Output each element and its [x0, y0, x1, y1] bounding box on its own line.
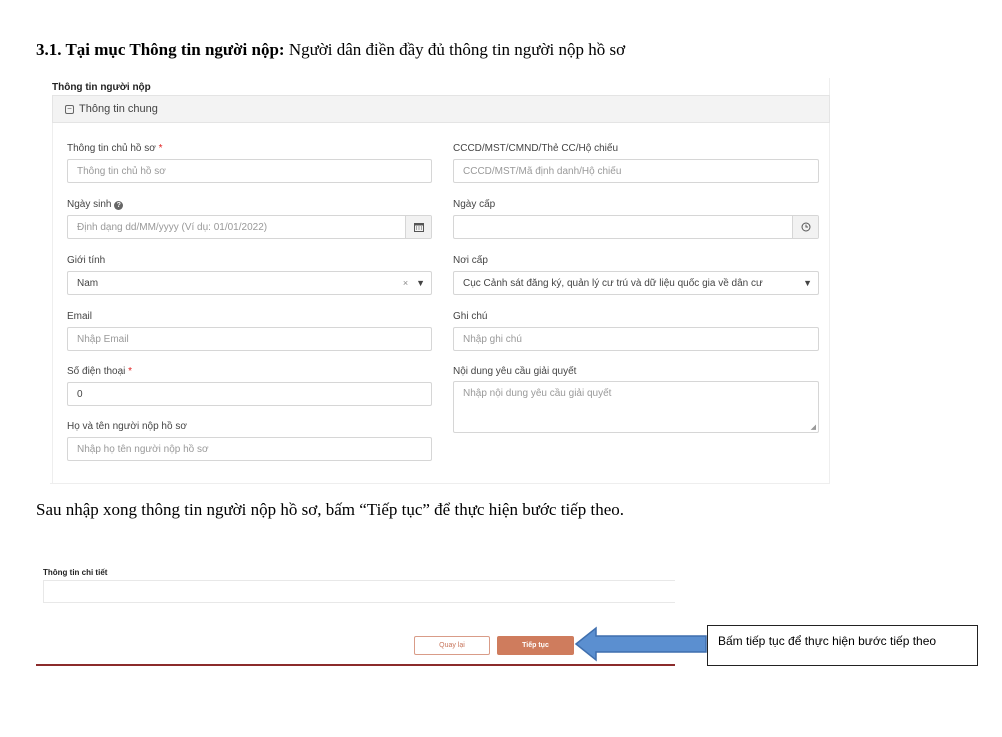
minus-square-icon: −: [65, 104, 74, 114]
email-input[interactable]: Nhập Email: [67, 327, 432, 351]
submitter-form-screenshot: Thông tin người nộp − Thông tin chung Th…: [50, 78, 830, 484]
email-label: Email: [67, 311, 93, 322]
phone-value: 0: [77, 388, 83, 400]
dob-label: Ngày sinh ?: [67, 199, 124, 210]
section-heading-rest: Người dân điền đầy đủ thông tin người nộ…: [284, 40, 626, 59]
gender-value: Nam: [77, 277, 99, 289]
owner-input[interactable]: Thông tin chủ hồ sơ: [67, 159, 432, 183]
caret-down-icon[interactable]: ▼: [803, 278, 812, 288]
submitter-name-placeholder: Nhập họ tên người nộp hồ sơ: [77, 443, 209, 455]
section-heading-bold: 3.1. Tại mục Thông tin người nộp:: [36, 40, 285, 59]
required-mark: *: [158, 143, 163, 154]
note-placeholder: Nhập ghi chú: [463, 333, 522, 345]
note-label: Ghi chú: [453, 311, 488, 322]
form-title: Thông tin người nộp: [52, 82, 151, 93]
request-content-textarea[interactable]: Nhập nội dung yêu cầu giải quyết ◢: [453, 381, 819, 433]
resize-grip-icon[interactable]: ◢: [811, 423, 816, 431]
callout-note: Bấm tiếp tục để thực hiện bước tiếp theo: [707, 625, 978, 666]
submitter-name-label: Họ và tên người nộp hồ sơ: [67, 421, 187, 432]
owner-label-text: Thông tin chủ hồ sơ: [67, 143, 156, 154]
gender-select[interactable]: Nam × ▼: [67, 271, 432, 295]
issue-place-value: Cục Cảnh sát đăng ký, quản lý cư trú và …: [463, 277, 763, 289]
id-number-label: CCCD/MST/CMND/Thẻ CC/Hộ chiếu: [453, 143, 619, 154]
owner-placeholder: Thông tin chủ hồ sơ: [77, 165, 166, 177]
continue-button[interactable]: Tiếp tục: [497, 636, 574, 655]
section-heading: 3.1. Tại mục Thông tin người nộp: Người …: [36, 40, 625, 60]
gender-label: Giới tính: [67, 255, 106, 266]
issue-place-select-controls: ▼: [803, 272, 812, 294]
clock-icon[interactable]: [792, 216, 818, 238]
required-mark: *: [128, 366, 133, 377]
detail-section-title: Thông tin chi tiết: [43, 568, 108, 577]
general-info-panel-header[interactable]: − Thông tin chung: [52, 95, 830, 123]
issue-date-label: Ngày cấp: [453, 199, 496, 210]
issue-place-select[interactable]: Cục Cảnh sát đăng ký, quản lý cư trú và …: [453, 271, 819, 295]
phone-input[interactable]: 0: [67, 382, 432, 406]
email-placeholder: Nhập Email: [77, 333, 129, 345]
submitter-name-input[interactable]: Nhập họ tên người nộp hồ sơ: [67, 437, 432, 461]
id-number-input[interactable]: CCCD/MST/Mã định danh/Hộ chiếu: [453, 159, 819, 183]
gender-select-controls: × ▼: [403, 272, 425, 294]
general-info-panel-body: Thông tin chủ hồ sơ * Thông tin chủ hồ s…: [52, 123, 830, 484]
detail-section-box: [43, 580, 675, 603]
panel-title: Thông tin chung: [79, 103, 158, 115]
dob-placeholder: Định dạng dd/MM/yyyy (Ví dụ: 01/01/2022): [77, 221, 268, 233]
owner-label: Thông tin chủ hồ sơ *: [67, 143, 163, 154]
phone-label-text: Số điện thoại: [67, 366, 126, 377]
instruction-paragraph: Sau nhập xong thông tin người nộp hồ sơ,…: [36, 500, 624, 519]
dob-input[interactable]: Định dạng dd/MM/yyyy (Ví dụ: 01/01/2022): [67, 215, 432, 239]
issue-place-label: Nơi cấp: [453, 255, 488, 266]
note-input[interactable]: Nhập ghi chú: [453, 327, 819, 351]
help-circle-icon[interactable]: ?: [114, 201, 124, 210]
caret-down-icon[interactable]: ▼: [416, 278, 425, 288]
request-content-placeholder: Nhập nội dung yêu cầu giải quyết: [463, 388, 612, 399]
left-arrow-icon: [574, 626, 707, 662]
issue-date-input[interactable]: [453, 215, 819, 239]
phone-label: Số điện thoại *: [67, 366, 132, 377]
calendar-icon[interactable]: [405, 216, 431, 238]
id-number-placeholder: CCCD/MST/Mã định danh/Hộ chiếu: [463, 165, 622, 177]
back-button[interactable]: Quay lại: [414, 636, 490, 655]
request-content-label: Nội dung yêu cầu giải quyết: [453, 366, 577, 377]
clear-icon[interactable]: ×: [403, 278, 408, 288]
footer-divider: [36, 664, 675, 666]
dob-label-text: Ngày sinh: [67, 199, 112, 210]
